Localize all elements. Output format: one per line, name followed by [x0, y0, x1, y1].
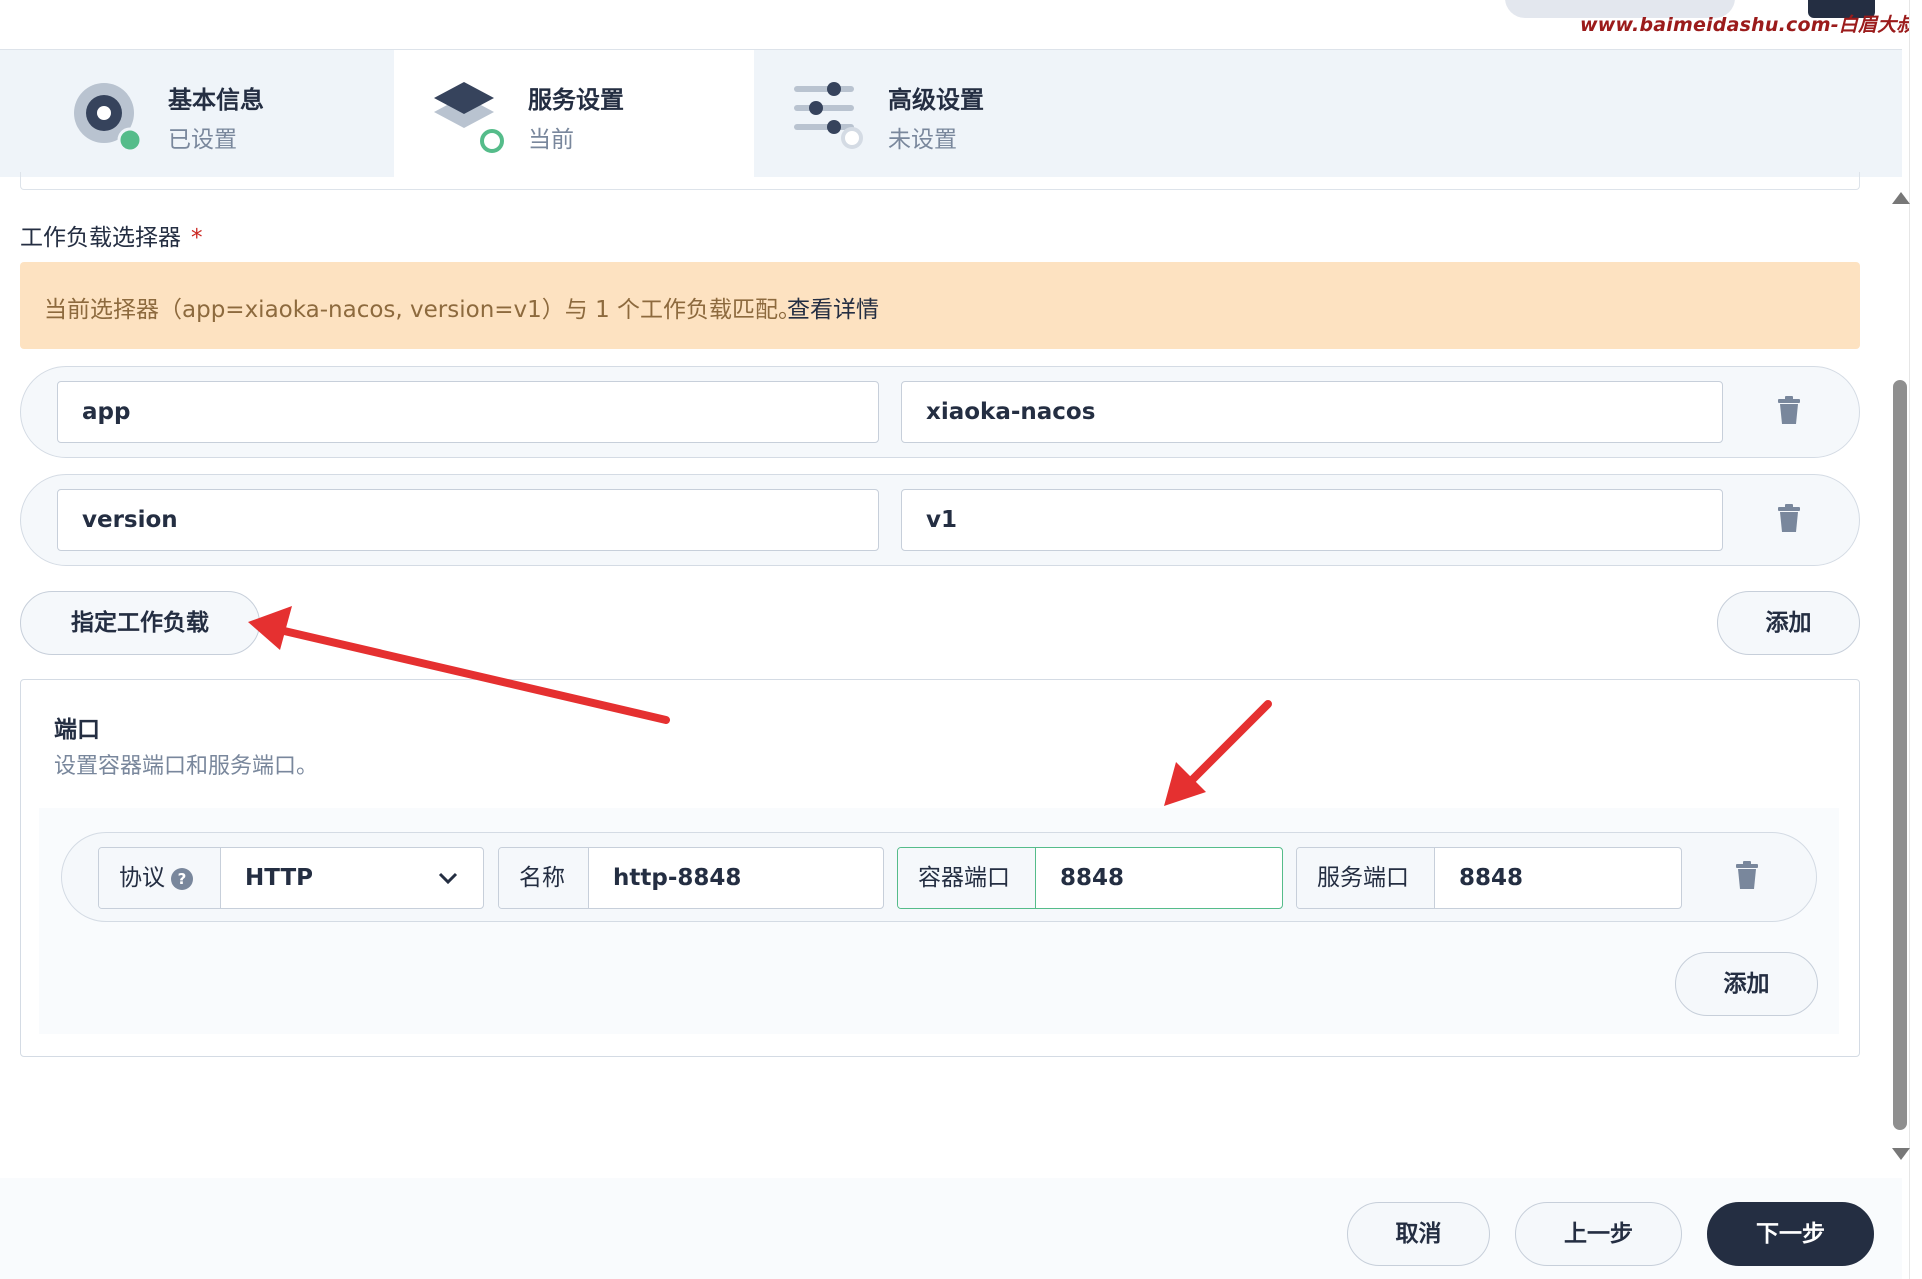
view-details-link[interactable]: 查看详情: [787, 290, 879, 324]
layers-icon: [432, 80, 504, 153]
wizard-footer: 取消 上一步 下一步: [0, 1178, 1902, 1279]
add-port-button[interactable]: 添加: [1675, 952, 1818, 1016]
container-port-value[interactable]: 8848: [1060, 848, 1124, 908]
previous-section-edge: [20, 172, 1860, 190]
required-mark: *: [191, 225, 203, 251]
port-row: 协议? HTTP 名称 http-8848 容器端口 8848 服务端口 884…: [61, 832, 1817, 922]
selector-row: app xiaoka-nacos: [20, 366, 1860, 458]
selector-row: version v1: [20, 474, 1860, 566]
selector-match-alert: 当前选择器（app=xiaoka-nacos, version=v1）与 1 个…: [20, 262, 1860, 349]
ports-description: 设置容器端口和服务端口。: [54, 754, 319, 779]
watermark: www.baimeidashu.com-白眉大叔: [1580, 14, 1916, 36]
selector-key-input[interactable]: version: [57, 489, 879, 551]
service-port-field[interactable]: 服务端口 8848: [1296, 847, 1682, 909]
ports-section: 端口 设置容器端口和服务端口。 协议? HTTP 名称 http-8848 容器…: [20, 679, 1860, 1057]
step-service-settings[interactable]: 服务设置 当前: [394, 50, 754, 178]
protocol-label: 协议?: [99, 848, 221, 908]
workload-selector-label: 工作负载选择器 *: [20, 225, 203, 251]
chevron-down-icon[interactable]: [437, 868, 459, 892]
ports-title: 端口: [54, 717, 100, 743]
sliders-icon: [794, 80, 866, 152]
step-advanced-settings[interactable]: 高级设置 未设置: [754, 50, 1114, 178]
scroll-up-arrow-icon[interactable]: [1892, 192, 1910, 204]
step-title: 高级设置: [888, 86, 984, 114]
selector-value-input[interactable]: xiaoka-nacos: [901, 381, 1723, 443]
scroll-down-arrow-icon[interactable]: [1892, 1148, 1910, 1160]
next-step-button[interactable]: 下一步: [1707, 1202, 1874, 1266]
step-basic-info[interactable]: 基本信息 已设置: [0, 50, 360, 178]
container-port-label: 容器端口: [898, 848, 1036, 908]
selector-value-input[interactable]: v1: [901, 489, 1723, 551]
port-name-label: 名称: [499, 848, 589, 908]
annotation-arrows: [248, 606, 1272, 806]
wizard-steps: 基本信息 已设置 服务设置 当前 高级设置 未设置: [0, 49, 1902, 178]
protocol-select[interactable]: 协议? HTTP: [98, 847, 484, 909]
step-status: 已设置: [168, 127, 237, 153]
alert-message: 当前选择器（app=xiaoka-nacos, version=v1）与 1 个…: [44, 297, 802, 323]
selector-key-input[interactable]: app: [57, 381, 879, 443]
ports-list: 协议? HTTP 名称 http-8848 容器端口 8848 服务端口 884…: [39, 808, 1839, 1034]
specify-workload-button[interactable]: 指定工作负载: [20, 591, 260, 655]
protocol-value: HTTP: [245, 865, 314, 891]
help-icon[interactable]: ?: [171, 867, 193, 890]
disc-icon: [72, 80, 144, 153]
window-edge: [1909, 0, 1922, 1279]
previous-step-button[interactable]: 上一步: [1515, 1202, 1682, 1266]
step-title: 服务设置: [528, 86, 624, 114]
step-title: 基本信息: [168, 86, 264, 114]
service-port-value[interactable]: 8848: [1459, 848, 1523, 908]
step-status: 当前: [528, 127, 574, 153]
add-selector-button[interactable]: 添加: [1717, 591, 1860, 655]
scrollbar-thumb[interactable]: [1893, 380, 1907, 1130]
service-port-label: 服务端口: [1297, 848, 1435, 908]
step-status: 未设置: [888, 127, 957, 153]
cancel-button[interactable]: 取消: [1347, 1202, 1490, 1266]
container-port-field[interactable]: 容器端口 8848: [897, 847, 1283, 909]
trash-icon[interactable]: [1778, 396, 1800, 424]
port-name-value[interactable]: http-8848: [613, 848, 741, 908]
trash-icon[interactable]: [1778, 504, 1800, 532]
port-name-field[interactable]: 名称 http-8848: [498, 847, 884, 909]
trash-icon[interactable]: [1736, 861, 1758, 889]
